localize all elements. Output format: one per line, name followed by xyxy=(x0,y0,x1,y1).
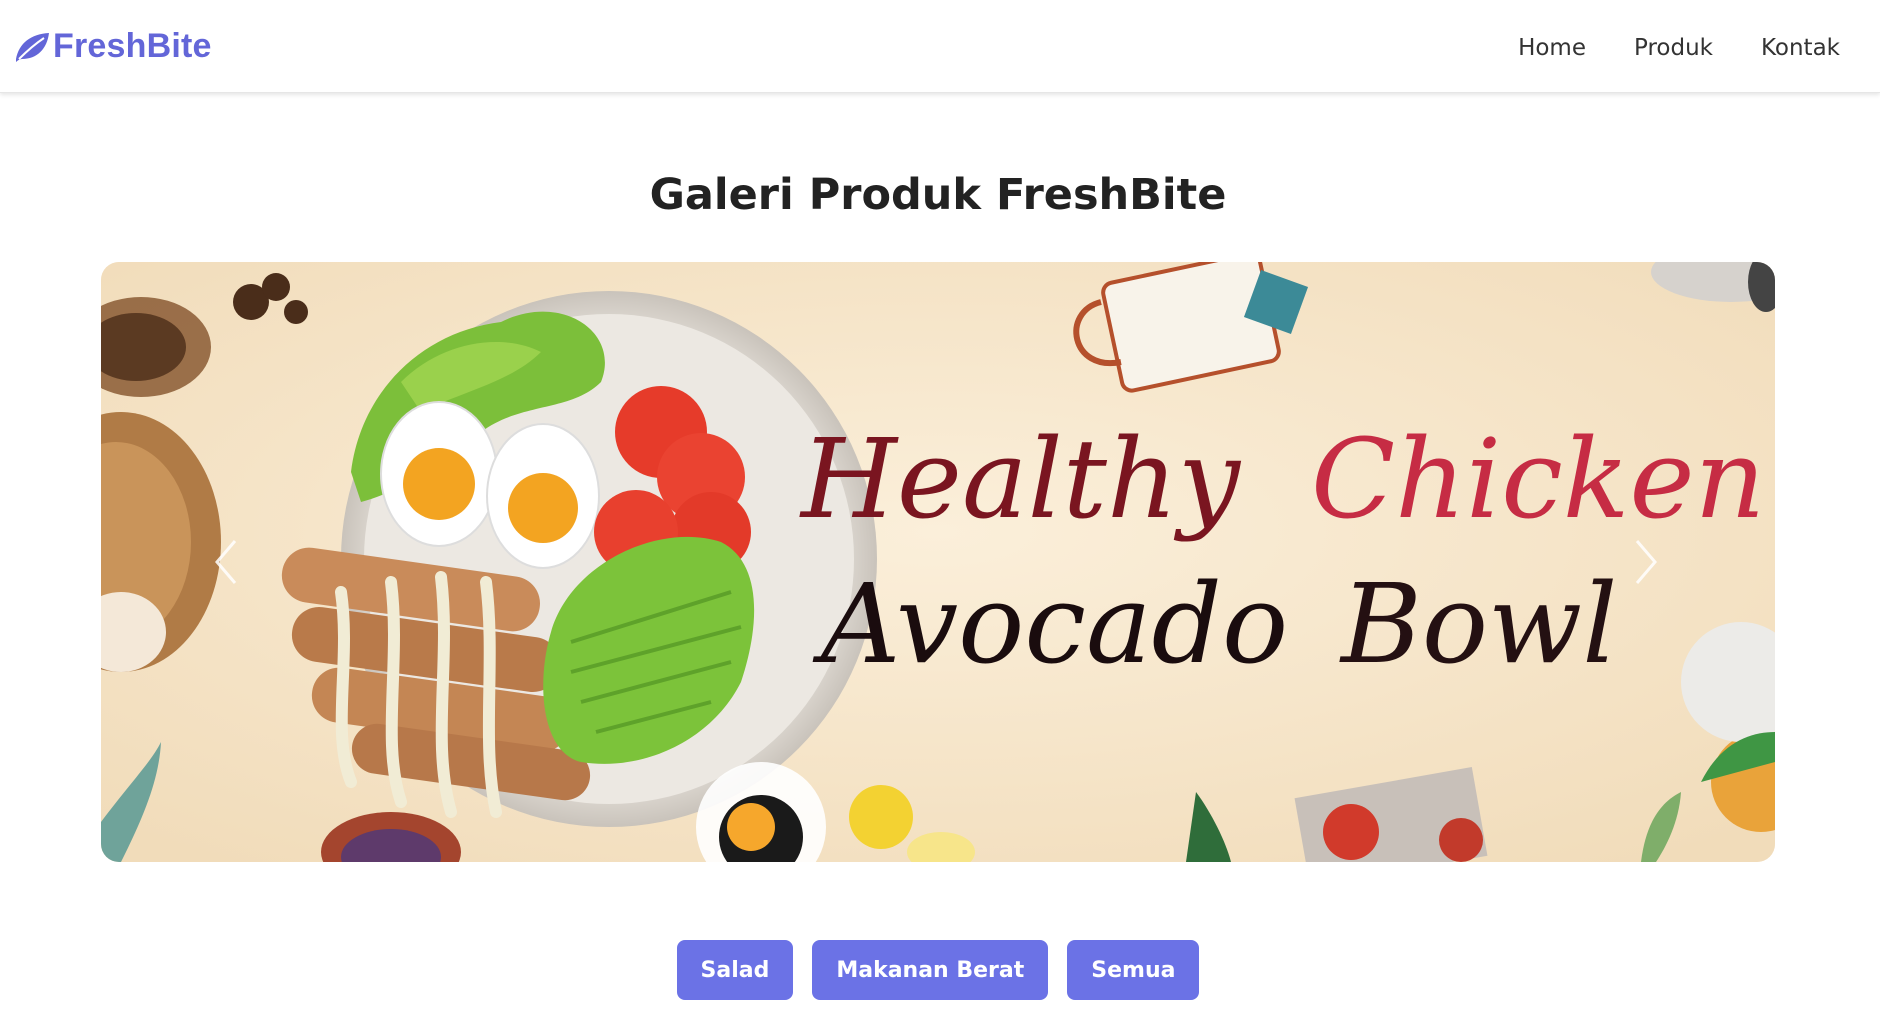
brand-logo-link[interactable]: FreshBite xyxy=(13,24,212,68)
main-nav: Home Produk Kontak xyxy=(1518,30,1840,66)
banner-text-line2: Avocado xyxy=(812,560,1288,688)
filter-button-semua[interactable]: Semua xyxy=(1067,940,1200,1000)
leaf-icon xyxy=(16,33,49,62)
nav-link-kontak[interactable]: Kontak xyxy=(1761,30,1840,66)
chevron-left-icon xyxy=(215,540,237,584)
filter-button-salad[interactable]: Salad xyxy=(676,940,794,1000)
carousel-prev-button[interactable] xyxy=(201,532,251,592)
svg-text:Bowl: Bowl xyxy=(1339,560,1617,688)
nav-link-home[interactable]: Home xyxy=(1518,30,1586,66)
svg-text:Chicken: Chicken xyxy=(1311,415,1765,543)
chevron-right-icon xyxy=(1635,540,1657,584)
brand-name: FreshBite xyxy=(53,26,212,65)
category-filter-bar: Salad Makanan Berat Semua xyxy=(0,940,1876,1000)
banner-text-line1: Healthy xyxy=(799,415,1242,543)
product-carousel: Healthy Chicken Avocado Bowl xyxy=(101,262,1775,862)
navbar: FreshBite Home Produk Kontak xyxy=(0,0,1880,93)
carousel-next-button[interactable] xyxy=(1621,532,1671,592)
filter-button-makanan-berat[interactable]: Makanan Berat xyxy=(812,940,1049,1000)
nav-link-produk[interactable]: Produk xyxy=(1634,30,1713,66)
carousel-slide-image: Healthy Chicken Avocado Bowl xyxy=(101,262,1775,862)
page-title: Galeri Produk FreshBite xyxy=(649,170,1227,220)
